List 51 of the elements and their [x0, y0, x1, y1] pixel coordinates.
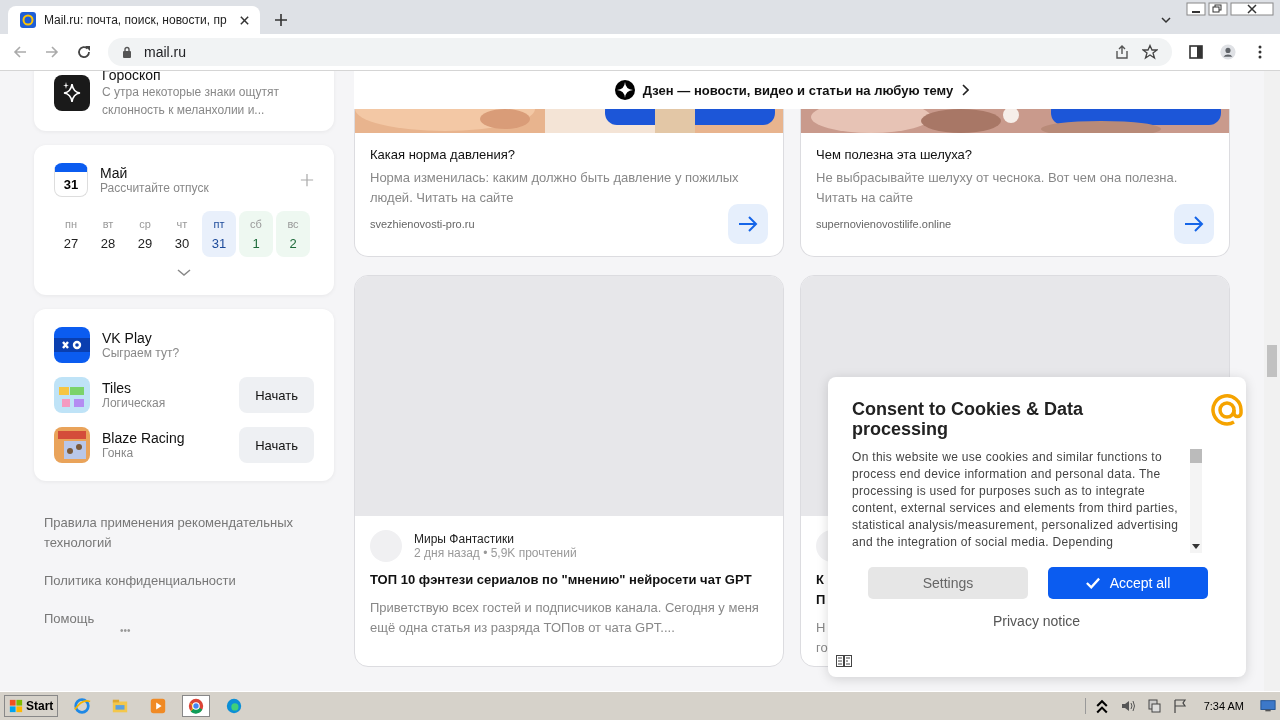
banner-text: Дзен — новости, видео и статьи на любую тему [642, 82, 954, 98]
article-text: Приветствую всех гостей и подписчиков канала. Сегодня у меня ещё одна статья из разряда ТОПов от чата GPT.... [370, 599, 760, 637]
calendar-day[interactable]: пт 31 [202, 211, 236, 257]
clock-time: 7:34 AM [1203, 700, 1244, 712]
horoscope-title[interactable]: Гороскоп [102, 71, 314, 83]
browser-tab[interactable]: Mail.ru: почта, поиск, новости, пр [8, 6, 260, 34]
footer-link[interactable]: Политика конфиденциальности [44, 571, 324, 591]
ad-domain: supernovienovostilife.online [816, 218, 952, 230]
footer-link[interactable]: Правила применения рекомендательных технологий [44, 513, 324, 553]
ad-title: Чем полезна эта шелуха? [816, 147, 974, 162]
games-subtitle: Сыграем тут? [102, 346, 180, 360]
channel-name: Миры Фантастики [414, 532, 515, 546]
article-meta: 2 дня назад • 5,9K прочтений [414, 546, 577, 560]
address-bar[interactable]: mail.ru [108, 38, 1172, 66]
calendar-day[interactable]: сб 1 [239, 211, 273, 257]
article-text: Н [816, 619, 826, 637]
calendar-subtitle: Рассчитайте отпуск [100, 181, 209, 195]
ad-domain: svezhienovosti-pro.ru [370, 218, 475, 230]
calendar-day[interactable]: пн 27 [54, 211, 88, 257]
calendar-day[interactable]: вт 28 [91, 211, 125, 257]
calendar-day[interactable]: ср 29 [128, 211, 162, 257]
start-button[interactable]: Начать [239, 377, 314, 413]
start-button[interactable]: Начать [239, 427, 314, 463]
article-title: ТОП 10 фэнтези сериалов по "мнению" нейросети чат GPT [370, 571, 753, 589]
game-name: Tiles [102, 380, 133, 396]
ad-text: Норма изменилась: каким должно быть давление у пожилых людей. Читать на сайте [370, 169, 740, 207]
dialog-text: On this website we use cookies and similar functions to process end device information and personal data. The processing is used for purposes such as to integrate content, external services and elements from third parties, statistical analysis/measurement, personalized advertising and the integration of social media. Depending [852, 449, 1180, 551]
game-genre: Логическая [102, 396, 166, 410]
games-title: VK Play [102, 330, 153, 346]
accept-button[interactable]: Accept all [1048, 567, 1208, 599]
month-title: Май [100, 165, 129, 181]
ad-text: Не выбрасывайте шелуху от чеснока. Вот чем она полезна. Читать на сайте [816, 169, 1179, 207]
ad-card[interactable]: Какая норма давления? Норма изменилась: каким должно быть давление у пожилых людей. Читать на сайте svezhienovosti-pro.ru [354, 109, 784, 257]
article-title: П [816, 591, 826, 609]
dialog-title: Consent to Cookies & Data processing [852, 399, 1085, 439]
article-text: го [816, 639, 828, 657]
dzen-banner[interactable]: Дзен — новости, видео и статьи на любую тему [354, 71, 1230, 109]
ad-title: Какая норма давления? [370, 147, 517, 162]
ad-card[interactable]: Чем полезна эта шелуха? Не выбрасывайте шелуху от чеснока. Вот чем она полезна. Читать на сайте supernovienovostilife.online [800, 109, 1230, 257]
game-name: Blaze Racing [102, 430, 185, 446]
tab-title: Mail.ru: почта, поиск, новости, пр [44, 13, 228, 27]
article-title: К [816, 571, 824, 589]
start-button[interactable]: Start [4, 695, 59, 717]
settings-button[interactable]: Settings [868, 567, 1028, 599]
game-genre: Гонка [102, 446, 135, 460]
url-text: mail.ru [144, 44, 186, 60]
calendar-day[interactable]: вс 2 [276, 211, 310, 257]
calendar-day[interactable]: чт 30 [165, 211, 199, 257]
horoscope-text: С утра некоторые знаки ощутят склонность к меланхолии и... [102, 84, 280, 119]
calendar-icon: 31 [54, 163, 88, 197]
privacy-link[interactable]: Privacy notice [993, 613, 1081, 629]
